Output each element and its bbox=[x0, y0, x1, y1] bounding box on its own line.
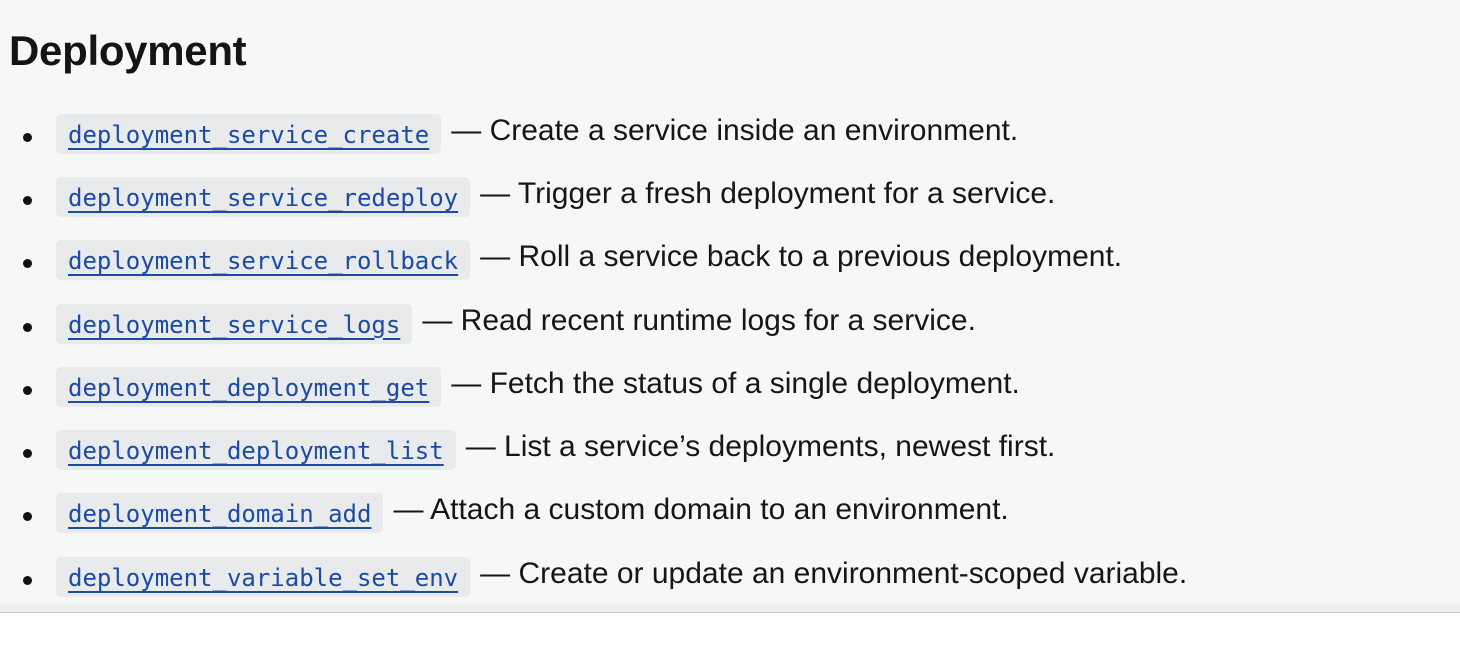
panel-bottom-shadow bbox=[0, 600, 1460, 612]
tool-description: — List a service’s deployments, newest f… bbox=[465, 430, 1056, 464]
tool-link-deployment-variable-set-env[interactable]: deployment_variable_set_env bbox=[56, 556, 471, 597]
list-item: deployment_variable_set_env — Create or … bbox=[0, 545, 1187, 608]
list-item: deployment_deployment_list — List a serv… bbox=[0, 418, 1187, 481]
bullet-icon bbox=[23, 195, 32, 205]
tool-link-deployment-service-logs[interactable]: deployment_service_logs bbox=[56, 303, 413, 344]
tool-description: — Create a service inside an environment… bbox=[451, 113, 1019, 147]
tool-link-deployment-deployment-get[interactable]: deployment_deployment_get bbox=[56, 366, 442, 407]
bullet-icon bbox=[23, 575, 32, 585]
bullet-icon bbox=[23, 132, 32, 142]
list-item: deployment_service_create — Create a ser… bbox=[0, 102, 1187, 165]
list-item: deployment_deployment_get — Fetch the st… bbox=[0, 355, 1187, 418]
section-heading: Deployment bbox=[9, 27, 247, 74]
tool-link-deployment-service-redeploy[interactable]: deployment_service_redeploy bbox=[56, 176, 471, 217]
list-item: deployment_domain_add — Attach a custom … bbox=[0, 482, 1187, 545]
list-item: deployment_service_rollback — Roll a ser… bbox=[0, 229, 1187, 292]
tool-link-deployment-service-rollback[interactable]: deployment_service_rollback bbox=[56, 240, 471, 281]
tool-link-deployment-service-create[interactable]: deployment_service_create bbox=[56, 113, 442, 154]
tool-list: deployment_service_create — Create a ser… bbox=[0, 102, 1187, 608]
list-item: deployment_service_logs — Read recent ru… bbox=[0, 292, 1187, 355]
bullet-icon bbox=[23, 449, 32, 459]
bullet-icon bbox=[23, 322, 32, 332]
list-item: deployment_service_redeploy — Trigger a … bbox=[0, 165, 1187, 228]
tool-link-deployment-deployment-list[interactable]: deployment_deployment_list bbox=[56, 430, 456, 471]
tool-link-deployment-domain-add[interactable]: deployment_domain_add bbox=[56, 493, 384, 534]
divider bbox=[0, 612, 1460, 613]
tool-description: — Roll a service back to a previous depl… bbox=[480, 240, 1123, 274]
tool-description: — Trigger a fresh deployment for a servi… bbox=[480, 176, 1056, 210]
bullet-icon bbox=[23, 512, 32, 522]
tool-description: — Create or update an environment-scoped… bbox=[480, 556, 1188, 590]
documentation-panel: Deployment deployment_service_create — C… bbox=[0, 0, 1460, 612]
tool-description: — Attach a custom domain to an environme… bbox=[393, 493, 1009, 527]
bullet-icon bbox=[23, 259, 32, 269]
tool-description: — Read recent runtime logs for a service… bbox=[422, 303, 976, 337]
tool-description: — Fetch the status of a single deploymen… bbox=[451, 366, 1020, 400]
bullet-icon bbox=[23, 385, 32, 395]
